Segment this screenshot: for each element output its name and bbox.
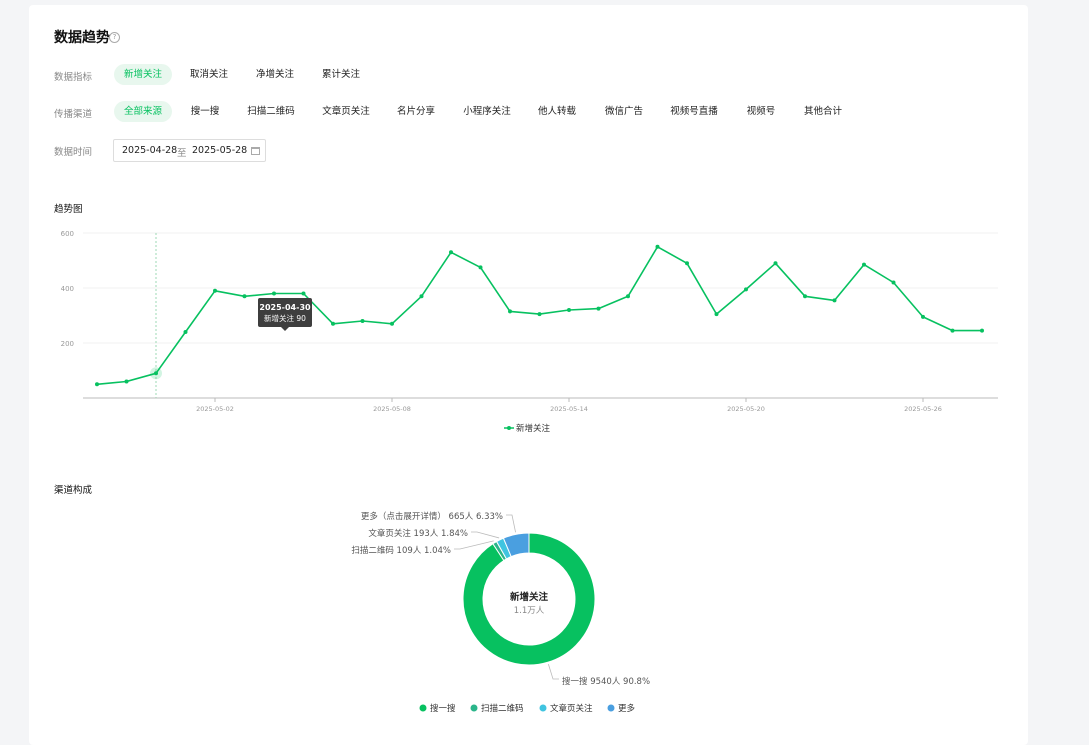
data-point xyxy=(596,306,601,311)
help-icon[interactable]: ? xyxy=(109,32,120,43)
channel-option-channels-live[interactable]: 视频号直播 xyxy=(660,101,728,122)
data-point xyxy=(803,294,807,299)
legend-marker xyxy=(539,704,547,712)
channel-option-repost[interactable]: 他人转载 xyxy=(528,101,586,122)
metric-option-net-follow[interactable]: 净增关注 xyxy=(246,64,304,85)
legend-marker xyxy=(507,426,511,430)
channels-label: 传播渠道 xyxy=(54,109,93,120)
donut-center-value: 1.1万人 xyxy=(514,606,545,616)
date-separator: 至 xyxy=(177,148,187,159)
data-point xyxy=(655,244,660,249)
x-tick-label: 2025-05-20 xyxy=(727,405,765,413)
data-point xyxy=(508,309,512,314)
data-point xyxy=(567,308,571,312)
data-point xyxy=(685,261,689,266)
tooltip: 2025-04-30新增关注 90 xyxy=(258,298,312,331)
y-tick-label: 600 xyxy=(61,230,74,238)
slice-label: 更多（点击展开详情） 665人 6.33% xyxy=(361,511,503,522)
data-point xyxy=(154,371,158,376)
channel-option-card-share[interactable]: 名片分享 xyxy=(387,101,445,122)
data-point xyxy=(891,280,896,285)
y-tick-label: 200 xyxy=(61,340,74,348)
metric-option-total-follow[interactable]: 累计关注 xyxy=(312,64,370,85)
legend-label: 更多 xyxy=(618,703,636,714)
data-point xyxy=(744,287,748,292)
legend-marker xyxy=(470,704,478,712)
data-point xyxy=(242,294,247,299)
slice-label: 文章页关注 193人 1.84% xyxy=(368,528,468,539)
data-point xyxy=(921,314,925,319)
data-point xyxy=(124,379,129,384)
date-end[interactable]: 2025-05-28 xyxy=(192,145,247,156)
data-point xyxy=(862,262,866,267)
tooltip-pointer xyxy=(281,327,289,331)
data-point xyxy=(331,321,335,326)
channel-option-article[interactable]: 文章页关注 xyxy=(312,101,380,122)
y-tick-label: 400 xyxy=(61,285,74,293)
data-point xyxy=(980,328,984,333)
channel-donut-chart: 新增关注 1.1万人搜一搜 9540人 90.8% 扫描二维码 109人 1.04%… xyxy=(351,511,650,714)
data-point xyxy=(626,294,630,299)
data-point xyxy=(95,382,99,387)
data-point xyxy=(449,250,453,255)
data-point xyxy=(272,291,276,296)
legend-label: 文章页关注 xyxy=(550,703,593,714)
channel-option-mini-program[interactable]: 小程序关注 xyxy=(453,101,521,122)
slice-leader-line xyxy=(548,664,559,680)
data-point xyxy=(360,319,365,323)
data-point xyxy=(419,294,424,299)
metrics-label: 数据指标 xyxy=(54,72,93,83)
trend-line-chart: 200 400 600 2025-05-02 2025-05-08 2025-05-14 2… xyxy=(61,230,998,434)
page-title: 数据趋势 xyxy=(54,30,110,46)
line-legend: 新增关注 xyxy=(504,423,551,434)
x-tick-label: 2025-05-14 xyxy=(550,405,588,413)
date-label: 数据时间 xyxy=(54,147,93,158)
data-point xyxy=(183,330,188,334)
channel-option-wechat-ad[interactable]: 微信广告 xyxy=(595,101,653,122)
x-tick-label: 2025-05-08 xyxy=(373,405,411,413)
x-tick-label: 2025-05-26 xyxy=(904,405,942,413)
legend-label: 搜一搜 xyxy=(430,703,456,714)
date-range-picker[interactable]: 2025-04-28 至 2025-05-28 xyxy=(113,139,266,162)
slice-label: 扫描二维码 109人 1.04% xyxy=(351,545,451,556)
data-point xyxy=(950,328,955,333)
legend-marker xyxy=(607,704,615,712)
calendar-icon[interactable] xyxy=(251,147,260,155)
data-point xyxy=(478,265,483,270)
legend-marker xyxy=(419,704,427,712)
channel-option-other-total[interactable]: 其他合计 xyxy=(794,101,852,122)
data-point xyxy=(301,291,306,296)
data-point xyxy=(213,288,217,293)
data-point xyxy=(390,321,394,326)
donut-center-title: 新增关注 xyxy=(510,591,549,603)
tooltip-date: 2025-04-30 xyxy=(259,303,311,312)
channel-option-search[interactable]: 搜一搜 xyxy=(181,101,230,122)
data-point xyxy=(714,312,719,317)
data-point xyxy=(773,261,778,266)
slice-label: 搜一搜 9540人 90.8% xyxy=(562,676,650,687)
date-start[interactable]: 2025-04-28 xyxy=(122,145,177,156)
channel-option-all[interactable]: 全部来源 xyxy=(113,101,173,122)
legend-label: 新增关注 xyxy=(516,423,551,434)
metric-option-unfollow[interactable]: 取消关注 xyxy=(180,64,238,85)
x-tick-label: 2025-05-02 xyxy=(196,405,234,413)
tooltip-value: 新增关注 90 xyxy=(264,313,306,323)
channel-option-channels[interactable]: 视频号 xyxy=(737,101,786,122)
metric-option-new-follow[interactable]: 新增关注 xyxy=(113,64,173,85)
channel-option-qrcode[interactable]: 扫描二维码 xyxy=(237,101,305,122)
data-point xyxy=(832,298,837,303)
slice-leader-line xyxy=(471,531,500,539)
slice-leader-line xyxy=(506,514,516,533)
legend-label: 扫描二维码 xyxy=(481,703,524,714)
data-point xyxy=(537,312,542,317)
